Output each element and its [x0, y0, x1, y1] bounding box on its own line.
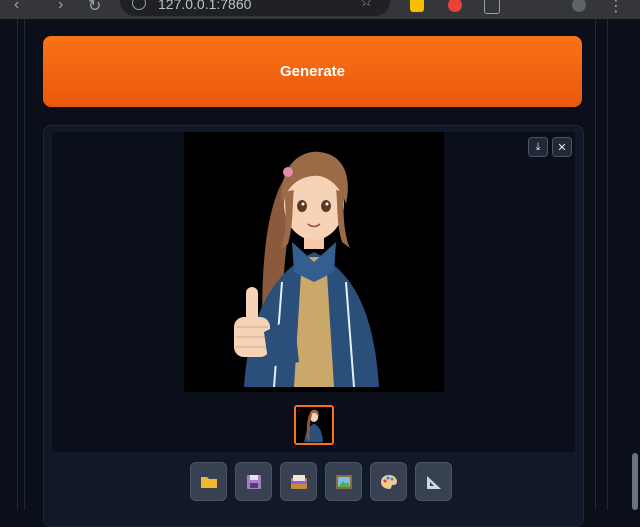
anime-girl-illustration	[234, 151, 379, 388]
card-index-icon	[290, 474, 307, 489]
gallery-preview: ⤓ ✕	[52, 132, 575, 452]
triangular-ruler-icon	[426, 475, 441, 489]
url-text: 127.0.0.1:7860	[158, 0, 252, 12]
back-icon[interactable]: ‹	[14, 0, 19, 14]
send-to-inpaint-button[interactable]	[370, 462, 407, 501]
frame-divider	[607, 19, 608, 510]
bookmark-star-icon[interactable]: ☆	[360, 0, 373, 10]
send-to-img2img-button[interactable]	[325, 462, 362, 501]
site-info-icon[interactable]	[132, 0, 146, 10]
zip-button[interactable]	[280, 462, 317, 501]
extension-icon[interactable]	[410, 0, 424, 12]
image-tools-toolbar	[190, 462, 452, 501]
save-button[interactable]	[235, 462, 272, 501]
open-folder-button[interactable]	[190, 462, 227, 501]
send-to-extras-button[interactable]	[415, 462, 452, 501]
thumbnail-image	[296, 407, 332, 443]
download-button[interactable]: ⤓	[528, 137, 548, 157]
reload-icon[interactable]: ↻	[88, 0, 101, 16]
download-icon: ⤓	[535, 140, 541, 153]
profile-avatar[interactable]	[572, 0, 586, 12]
gallery-thumbnail[interactable]	[294, 405, 334, 445]
image-gallery: ⤓ ✕	[43, 125, 584, 527]
browser-toolbar: ‹ › ↻ 127.0.0.1:7860 ☆ ⋮	[0, 0, 640, 19]
folder-icon	[200, 476, 217, 488]
close-preview-button[interactable]: ✕	[552, 137, 572, 157]
page-scrollbar[interactable]	[630, 19, 640, 510]
generate-button[interactable]: Generate	[43, 36, 582, 107]
address-bar[interactable]: 127.0.0.1:7860 ☆	[120, 0, 390, 16]
frame-divider	[595, 19, 596, 510]
generated-image[interactable]	[184, 132, 444, 392]
scrollbar-thumb[interactable]	[632, 453, 638, 510]
app-viewport: Generate ⤓ ✕	[0, 19, 640, 527]
tab-search-icon[interactable]	[484, 0, 500, 14]
palette-icon	[380, 474, 397, 489]
forward-icon[interactable]: ›	[58, 0, 63, 14]
framed-picture-icon	[335, 474, 352, 489]
extension-badge-icon[interactable]	[448, 0, 462, 12]
floppy-disk-icon	[246, 474, 261, 489]
frame-divider	[24, 19, 25, 510]
menu-icon[interactable]: ⋮	[608, 0, 624, 16]
close-icon: ✕	[557, 141, 567, 154]
frame-divider	[17, 19, 18, 510]
